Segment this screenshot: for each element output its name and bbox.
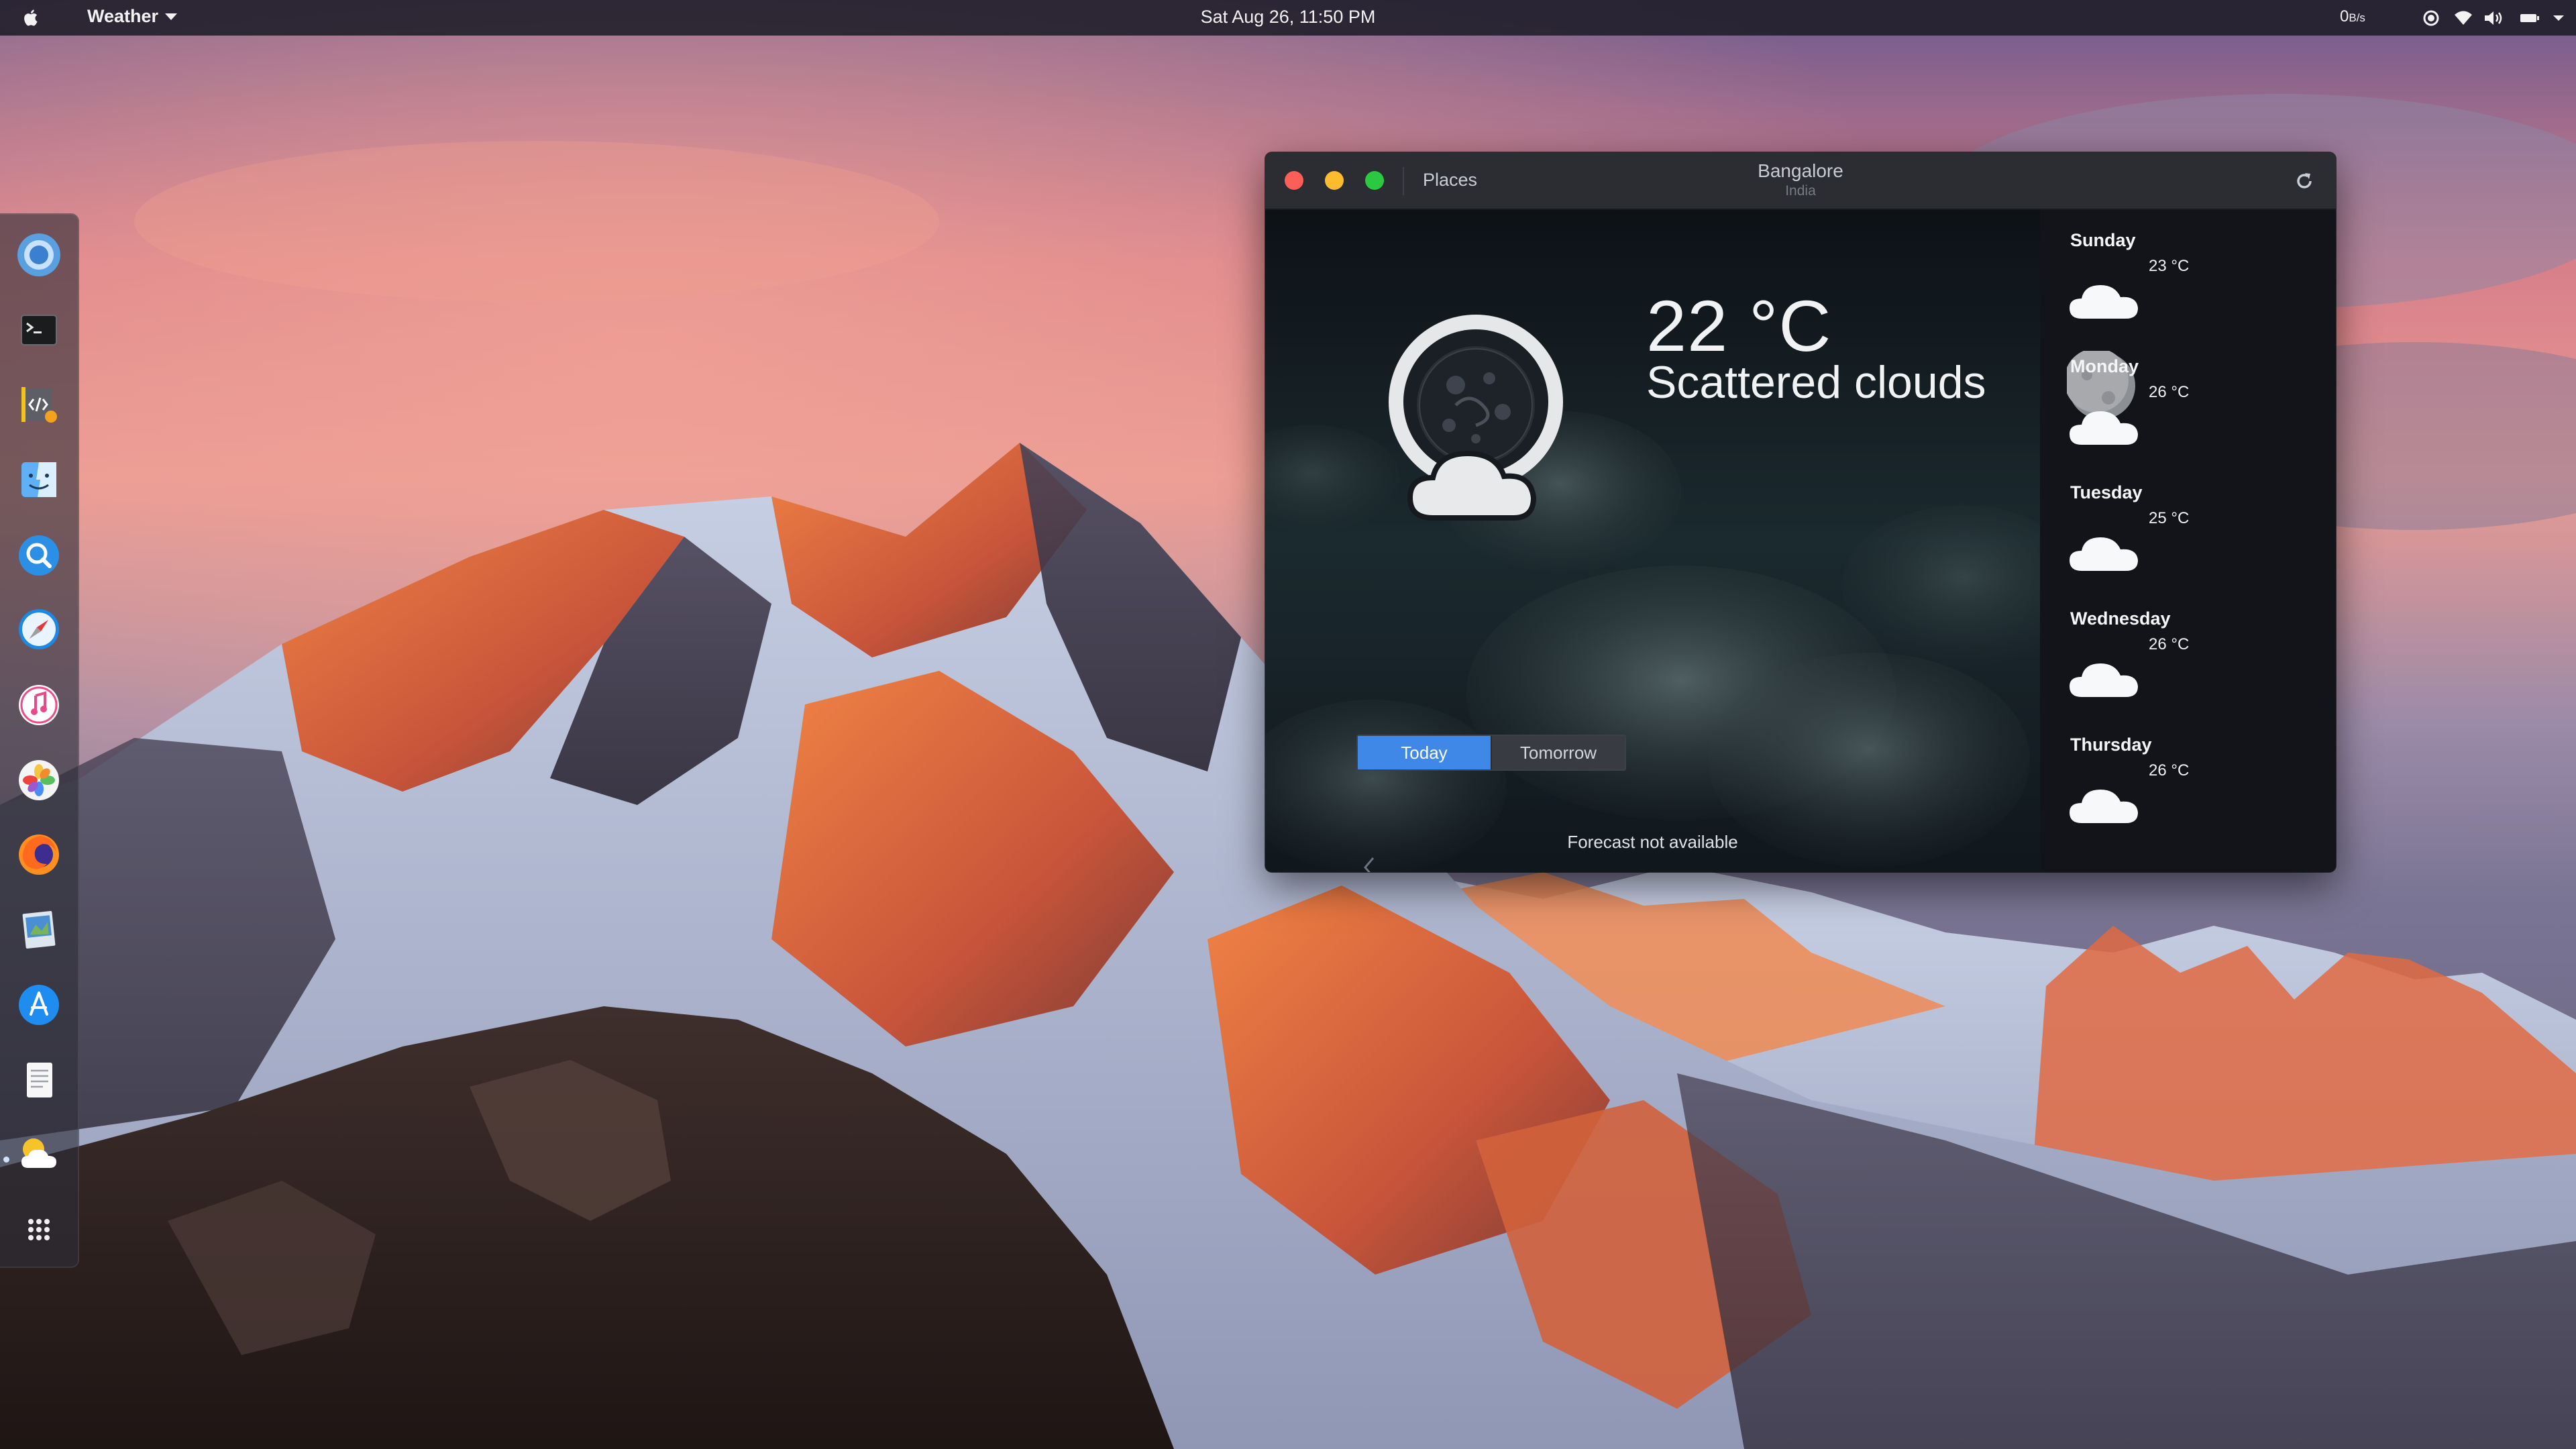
daily-forecast-list: Sunday 23 °C Monday 26 °C Tuesday 25 °C … [2040, 210, 2336, 872]
cloud-icon [2070, 663, 2138, 697]
dock-item-firefox[interactable] [13, 829, 64, 880]
dock-item-app-store[interactable] [13, 979, 64, 1030]
chromium-icon [17, 233, 60, 276]
forecast-day-temp: 23 °C [2149, 257, 2190, 275]
dock-item-itunes[interactable] [13, 680, 64, 731]
dock-item-app-launcher[interactable] [13, 1204, 64, 1255]
dock-item-weather[interactable] [13, 1129, 64, 1180]
photos-flower-icon [19, 760, 59, 800]
app-store-icon [19, 985, 59, 1025]
dock-item-preview[interactable] [13, 904, 64, 955]
moon-cloud-icon [1389, 315, 1563, 521]
weather-sun-cloud-icon [21, 1138, 56, 1168]
refresh-icon[interactable] [2292, 168, 2317, 194]
forecast-status-message: Forecast not available [1567, 832, 1738, 852]
window-subtitle-country: India [1785, 183, 1816, 199]
dock-item-photos[interactable] [13, 755, 64, 806]
cloud-icon [2070, 411, 2138, 445]
forecast-day[interactable]: Tuesday 25 °C [2040, 462, 2336, 588]
wifi-icon[interactable] [2451, 7, 2475, 30]
net-speed-value: 0 [2340, 7, 2349, 25]
chevron-down-icon [165, 13, 178, 20]
window-title-city: Bangalore [1758, 160, 1843, 181]
current-condition: Scattered clouds [1646, 357, 1986, 408]
forecast-day-name: Tuesday [2070, 482, 2143, 502]
dock-item-safari[interactable] [13, 604, 64, 655]
app-grid-icon [28, 1219, 50, 1240]
forecast-day-temp: 26 °C [2149, 383, 2190, 401]
forecast-day-temp: 25 °C [2149, 509, 2190, 527]
preview-icon [22, 911, 56, 949]
forecast-day[interactable]: Monday 26 °C [2040, 336, 2336, 462]
forecast-day[interactable]: Sunday 23 °C [2040, 210, 2336, 336]
forecast-day-name: Monday [2070, 356, 2139, 376]
clock[interactable]: Sat Aug 26, 11:50 PM [1201, 7, 1376, 27]
network-speed-indicator[interactable]: 0B/s [2340, 7, 2365, 26]
music-note-icon [19, 685, 59, 725]
net-speed-unit: B/s [2349, 11, 2365, 24]
forecast-day[interactable]: Thursday 26 °C [2040, 714, 2336, 841]
forecast-day-temp: 26 °C [2149, 635, 2190, 653]
today-button[interactable]: Today [1358, 736, 1491, 769]
dock-item-chromium[interactable] [13, 229, 64, 280]
volume-icon[interactable] [2482, 7, 2506, 30]
firefox-icon [19, 835, 59, 875]
weather-window: Places Bangalore India 22 °C Scattered c… [1265, 152, 2336, 872]
cloud-icon [2070, 537, 2138, 571]
text-document-icon [27, 1063, 52, 1097]
terminal-icon [21, 315, 57, 345]
system-menu-chevron-icon[interactable] [2546, 7, 2571, 30]
apple-logo-icon[interactable] [19, 5, 43, 30]
active-app-indicator [3, 1157, 9, 1163]
code-editor-icon [21, 387, 57, 423]
safari-compass-icon [19, 609, 59, 649]
forecast-day-name: Thursday [2070, 735, 2152, 755]
forecast-day[interactable]: Wednesday 26 °C [2040, 588, 2336, 714]
forecast-day-name: Sunday [2070, 230, 2136, 250]
dock-item-search[interactable] [13, 530, 64, 581]
forecast-day-name: Wednesday [2070, 608, 2171, 629]
tomorrow-button[interactable]: Tomorrow [1491, 736, 1625, 769]
forecast-day-temp: 26 °C [2149, 761, 2190, 780]
cloud-icon [2070, 790, 2138, 823]
dock-item-finder[interactable] [13, 454, 64, 505]
search-icon [19, 535, 59, 576]
cloud-icon [2070, 285, 2138, 319]
day-toggle: Today Tomorrow [1356, 735, 1626, 771]
dock-item-terminal[interactable] [13, 305, 64, 356]
weather-content: 22 °C Scattered clouds Today Tomorrow Fo… [1265, 210, 2336, 872]
location-target-icon[interactable] [2419, 7, 2443, 30]
dock [0, 213, 79, 1268]
window-titlebar[interactable]: Places Bangalore India [1265, 152, 2336, 210]
finder-icon [21, 462, 56, 497]
app-menu-label: Weather [87, 6, 159, 26]
dock-item-text-editor[interactable] [13, 1055, 64, 1106]
app-menu[interactable]: Weather [87, 6, 178, 27]
chevron-left-icon[interactable] [1359, 851, 1379, 872]
current-temperature: 22 °C [1646, 285, 1832, 366]
battery-icon[interactable] [2518, 7, 2542, 30]
top-menu-bar: Weather Sat Aug 26, 11:50 PM 0B/s [0, 0, 2576, 36]
dock-item-code-editor[interactable] [13, 379, 64, 430]
